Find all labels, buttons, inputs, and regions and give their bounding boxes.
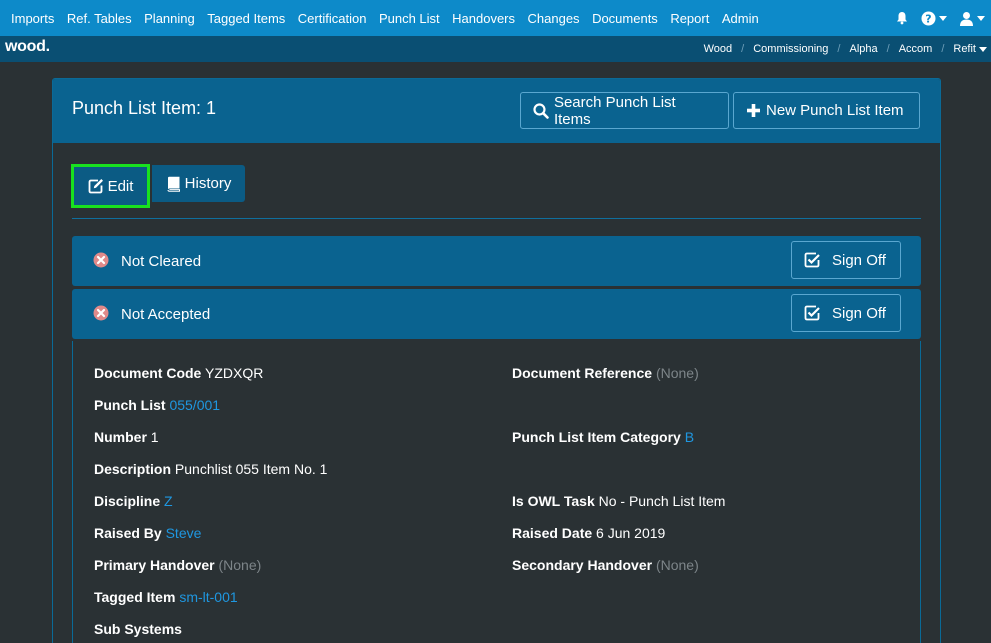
edit-button[interactable]: Edit: [71, 164, 150, 208]
question-circle-icon: ?: [921, 11, 936, 25]
field-sub-systems: Sub Systems: [94, 621, 182, 637]
field-secondary-handover: Secondary Handover (None): [512, 557, 699, 573]
accepted-status-text: Not Accepted: [121, 306, 211, 323]
history-button-label: History: [184, 175, 232, 192]
bell-icon[interactable]: [895, 11, 909, 25]
breadcrumb: Wood / Commissioning / Alpha / Accom / R…: [704, 36, 987, 62]
field-punch-list-item-category: Punch List Item Category B: [512, 429, 695, 445]
breadcrumb-wood[interactable]: Wood: [704, 43, 733, 55]
field-document-reference: Document Reference (None): [512, 365, 699, 381]
raised-date-value: 6 Jun 2019: [596, 525, 666, 541]
edit-button-label: Edit: [107, 177, 134, 195]
edit-icon: [88, 179, 103, 194]
document-reference-value: (None): [655, 365, 699, 381]
svg-text:?: ?: [925, 12, 931, 25]
field-raised-date: Raised Date 6 Jun 2019: [512, 525, 666, 541]
accept-sign-off-button[interactable]: Sign Off: [791, 294, 901, 332]
plus-icon: [747, 104, 760, 117]
nav-planning[interactable]: Planning: [144, 11, 195, 26]
search-icon: [533, 102, 549, 119]
breadcrumb-commissioning[interactable]: Commissioning: [753, 43, 828, 55]
accepted-status-bar: Not Accepted Sign Off: [72, 289, 921, 339]
sign-off-label: Sign Off: [832, 304, 886, 322]
field-description: Description Punchlist 055 Item No. 1: [94, 461, 328, 477]
nav-punch-list[interactable]: Punch List: [379, 11, 440, 26]
nav-changes[interactable]: Changes: [528, 11, 580, 26]
history-button[interactable]: History: [152, 165, 245, 202]
cleared-status-bar: Not Cleared Sign Off: [72, 236, 921, 286]
times-circle-icon: [93, 252, 109, 268]
document-code-value: YZDXQR: [204, 365, 264, 381]
secondary-handover-value: (None): [655, 557, 699, 573]
user-icon: [960, 11, 973, 26]
cleared-status-text: Not Cleared: [121, 253, 202, 270]
field-is-owl-task: Is OWL Task No - Punch List Item: [512, 493, 726, 509]
discipline-link[interactable]: Z: [164, 493, 173, 509]
is-owl-task-value: No - Punch List Item: [598, 493, 726, 509]
chevron-down-icon: [939, 15, 947, 21]
user-menu[interactable]: [959, 11, 985, 26]
primary-handover-value: (None): [218, 557, 262, 573]
field-document-code: Document Code YZDXQR: [94, 365, 264, 381]
field-punch-list: Punch List 055/001: [94, 397, 221, 413]
nav-handovers[interactable]: Handovers: [452, 11, 515, 26]
field-discipline: Discipline Z: [94, 493, 173, 509]
chevron-down-icon[interactable]: [979, 46, 987, 52]
field-primary-handover: Primary Handover (None): [94, 557, 262, 573]
topnav-right-icons: ?: [889, 0, 985, 36]
nav-certification[interactable]: Certification: [298, 11, 367, 26]
breadcrumb-refit[interactable]: Refit: [953, 43, 976, 55]
chevron-down-icon: [977, 15, 985, 21]
punch-list-item-panel: Punch List Item: 1 Search Punch List Ite…: [52, 78, 941, 643]
nav-admin[interactable]: Admin: [722, 11, 759, 26]
search-punch-list-items-button[interactable]: Search Punch List Items: [520, 92, 729, 129]
panel-header: Punch List Item: 1 Search Punch List Ite…: [53, 79, 940, 143]
breadcrumb-accom[interactable]: Accom: [899, 43, 933, 55]
number-value: 1: [150, 429, 159, 445]
divider: [72, 218, 921, 219]
field-tagged-item: Tagged Item sm-lt-001: [94, 589, 238, 605]
wood-logo[interactable]: wood.: [5, 38, 50, 56]
punch-list-link[interactable]: 055/001: [169, 397, 220, 413]
book-icon: [167, 176, 180, 192]
times-circle-icon: [93, 305, 109, 321]
nav-tagged-items[interactable]: Tagged Items: [207, 11, 285, 26]
category-link[interactable]: B: [685, 429, 694, 445]
nav-report[interactable]: Report: [670, 11, 709, 26]
tagged-item-link[interactable]: sm-lt-001: [179, 589, 237, 605]
details-section: Document Code YZDXQR Document Reference …: [72, 341, 921, 643]
check-square-icon: [804, 305, 820, 321]
nav-ref-tables[interactable]: Ref. Tables: [67, 11, 132, 26]
new-button-label: New Punch List Item: [766, 102, 904, 119]
clear-sign-off-button[interactable]: Sign Off: [791, 241, 901, 279]
field-number: Number 1: [94, 429, 159, 445]
nav-imports[interactable]: Imports: [11, 11, 54, 26]
breadcrumb-alpha[interactable]: Alpha: [849, 43, 877, 55]
description-value: Punchlist 055 Item No. 1: [174, 461, 328, 477]
sign-off-label: Sign Off: [832, 251, 886, 269]
field-raised-by: Raised By Steve: [94, 525, 202, 541]
context-bar: wood. Wood / Commissioning / Alpha / Acc…: [0, 36, 991, 62]
page-title: Punch List Item: 1: [72, 98, 217, 118]
check-square-icon: [804, 252, 820, 268]
nav-documents[interactable]: Documents: [592, 11, 658, 26]
top-navbar: Imports Ref. Tables Planning Tagged Item…: [0, 0, 991, 36]
search-button-label: Search Punch List Items: [553, 93, 676, 128]
new-punch-list-item-button[interactable]: New Punch List Item: [733, 92, 920, 129]
help-menu[interactable]: ?: [921, 11, 947, 26]
raised-by-link[interactable]: Steve: [166, 525, 202, 541]
